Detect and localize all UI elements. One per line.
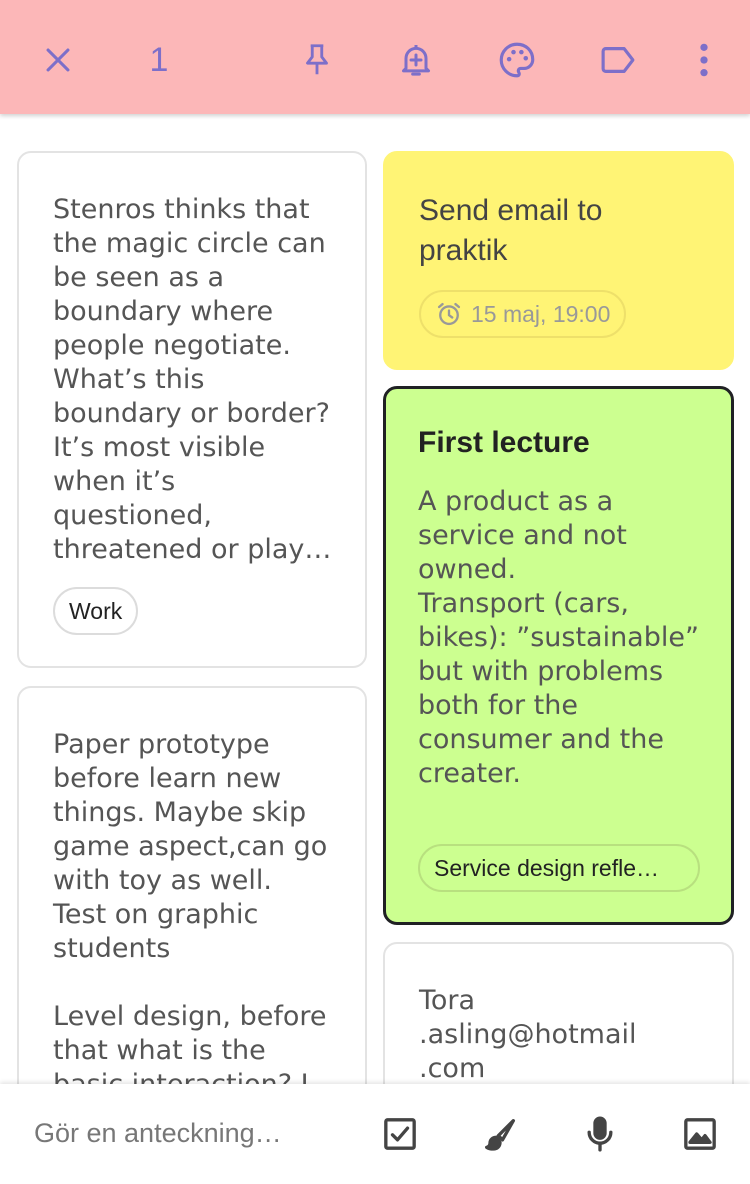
note-card[interactable]: Send email to praktik 15 maj, 19:00 <box>383 151 734 370</box>
palette-icon[interactable] <box>493 36 541 84</box>
note-card[interactable]: Stenros thinks that the magic circle can… <box>17 151 367 668</box>
note-title: First lecture <box>418 426 590 459</box>
note-label-chip[interactable]: Service design refle… <box>418 844 700 892</box>
mic-icon[interactable] <box>576 1110 624 1158</box>
pin-icon[interactable] <box>293 36 341 84</box>
brush-icon[interactable] <box>476 1110 524 1158</box>
take-note-input[interactable]: Gör en anteckning… <box>34 1118 282 1149</box>
close-icon[interactable] <box>34 36 82 84</box>
note-body: Tora .asling@hotmail .com <box>419 985 637 1084</box>
alarm-icon <box>437 302 461 326</box>
bottom-bar: Gör en anteckning… <box>0 1084 750 1184</box>
selection-toolbar: 1 <box>0 0 750 114</box>
note-title: Send email to praktik <box>419 194 603 267</box>
note-body: A product as a service and not owned. Tr… <box>418 486 699 789</box>
note-card-selected[interactable]: First lecture A product as a service and… <box>383 386 734 925</box>
selected-count: 1 <box>149 41 169 79</box>
image-icon[interactable] <box>676 1110 724 1158</box>
label-text: Work <box>69 597 123 624</box>
label-text: Service design refle… <box>434 854 659 881</box>
reminder-icon[interactable] <box>392 36 440 84</box>
note-label-chip[interactable]: Work <box>53 587 139 635</box>
reminder-text: 15 maj, 19:00 <box>471 300 611 327</box>
reminder-chip[interactable]: 15 maj, 19:00 <box>419 290 627 338</box>
label-icon[interactable] <box>594 36 642 84</box>
note-body: Paper prototype before learn new things.… <box>53 729 328 1100</box>
checkbox-icon[interactable] <box>376 1110 424 1158</box>
note-body: Stenros thinks that the magic circle can… <box>53 194 332 565</box>
more-icon[interactable] <box>680 36 728 84</box>
